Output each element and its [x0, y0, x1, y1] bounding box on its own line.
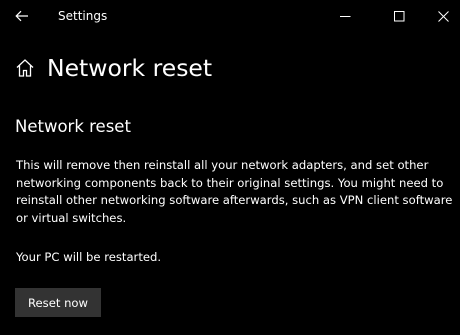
page-title: Network reset — [47, 54, 213, 82]
back-arrow-icon — [15, 10, 28, 22]
home-icon[interactable] — [14, 57, 36, 79]
section-title: Network reset — [15, 117, 131, 136]
app-title: Settings — [58, 9, 108, 23]
minimize-icon — [339, 15, 350, 17]
close-button[interactable] — [420, 0, 460, 32]
restart-note: Your PC will be restarted. — [16, 250, 162, 264]
close-icon — [437, 10, 449, 22]
description-text: This will remove then reinstall all your… — [16, 158, 453, 225]
title-bar: Settings — [0, 0, 460, 32]
maximize-button[interactable] — [376, 0, 422, 32]
page-header: Network reset — [14, 50, 212, 86]
minimize-button[interactable] — [322, 0, 368, 32]
reset-now-button[interactable]: Reset now — [15, 288, 101, 317]
maximize-icon — [393, 10, 404, 21]
back-button[interactable] — [8, 2, 36, 30]
